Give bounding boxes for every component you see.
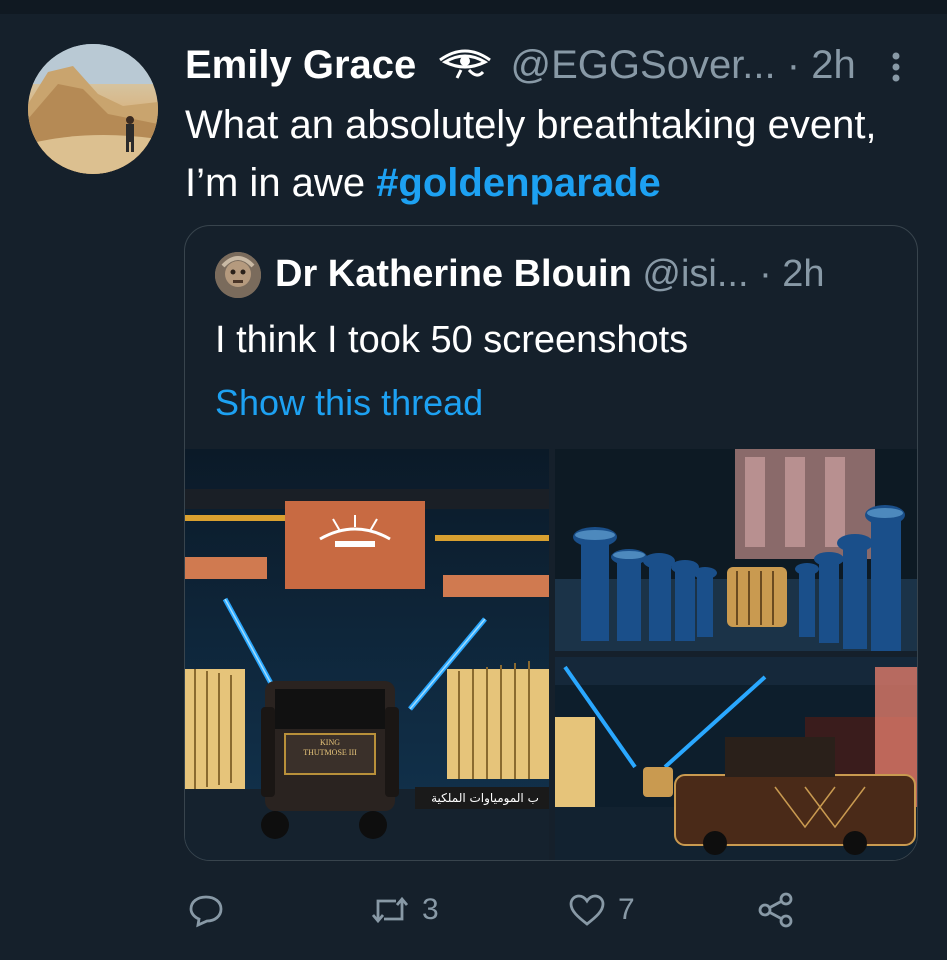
show-thread-link[interactable]: Show this thread [215, 376, 483, 430]
like-count: 7 [618, 893, 635, 926]
retweet-icon [371, 896, 409, 924]
media-image-main[interactable]: KING THUTMOSE III ب المومياوات الملكية [185, 449, 549, 860]
quoted-tweet-header: Dr Katherine Blouin @isi... · 2h [275, 248, 825, 300]
plate-line1-text: KING [320, 738, 340, 747]
retweet-button[interactable]: 3 [370, 880, 439, 940]
top-divider [0, 0, 947, 14]
quoted-tweet[interactable]: Dr Katherine Blouin @isi... · 2h I think… [184, 225, 918, 861]
heart-icon [569, 894, 605, 926]
media-image-procession[interactable] [555, 449, 917, 651]
share-button[interactable] [756, 880, 796, 940]
plate-line2-text: THUTMOSE III [303, 748, 357, 757]
more-vertical-icon[interactable] [886, 50, 906, 89]
quoted-author-name[interactable]: Dr Katherine Blouin [275, 253, 632, 295]
media-grid: KING THUTMOSE III ب المومياوات الملكية [185, 449, 917, 860]
tweet-header: Emily Grace @EGGSover... · 2h [185, 40, 856, 90]
tweet-time[interactable]: · 2h [787, 43, 856, 87]
quoted-author-handle[interactable]: @isi... [642, 253, 748, 295]
quoted-author-avatar[interactable] [215, 252, 261, 298]
like-button[interactable]: 7 [568, 880, 635, 940]
tweet-text: What an absolutely breathtaking event, I… [185, 96, 905, 212]
reply-button[interactable] [188, 880, 236, 940]
author-name[interactable]: Emily Grace [185, 43, 416, 87]
quoted-tweet-time[interactable]: · 2h [759, 253, 824, 295]
banner-text: ب المومياوات الملكية [431, 791, 539, 806]
hashtag-link[interactable]: #goldenparade [376, 161, 661, 205]
author-avatar[interactable] [28, 44, 158, 174]
author-handle[interactable]: @EGGSover... [511, 43, 776, 87]
share-icon [758, 892, 793, 928]
eye-of-horus-icon [437, 42, 493, 92]
quoted-tweet-text: I think I took 50 screenshots [215, 319, 689, 361]
media-image-chariot[interactable] [555, 657, 917, 860]
reply-icon [189, 895, 223, 928]
retweet-count: 3 [422, 893, 439, 926]
action-bar: 3 7 [0, 880, 947, 940]
